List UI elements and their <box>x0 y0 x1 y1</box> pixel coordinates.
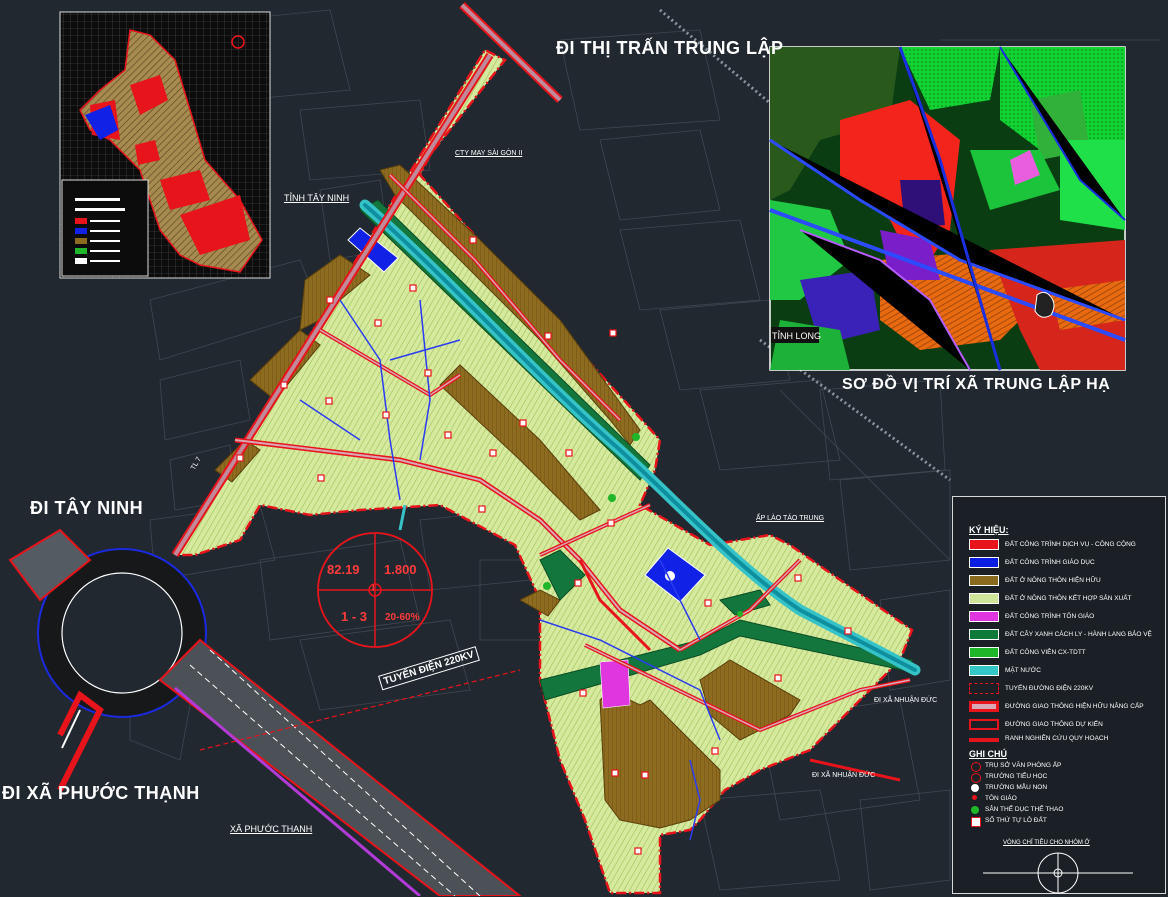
badge-population: 1.800 <box>384 562 417 577</box>
legend-swatch-power-line <box>969 683 999 694</box>
roundabout[interactable] <box>8 528 207 792</box>
note-icon-lot-number <box>971 817 981 827</box>
legend-panel: KÝ HIỆU: ĐẤT CÔNG TRÌNH DỊCH VỤ - CÔNG C… <box>952 496 1166 894</box>
label-to-tay-ninh: ĐI TÂY NINH <box>30 498 144 518</box>
legend-swatch-residential-production <box>969 593 999 604</box>
badge-floors: 1 - 3 <box>341 609 368 624</box>
legend-label-boundary: RANH NGHIÊN CỨU QUY HOẠCH <box>1005 735 1109 742</box>
legend-swatch-existing-road <box>969 701 999 712</box>
legend-swatch-religious <box>969 611 999 622</box>
badge-id: I <box>372 583 375 593</box>
note-icon-sports <box>971 806 979 814</box>
badge-density: 20-60% <box>385 612 420 623</box>
notes-title: GHI CHÚ <box>969 749 1007 759</box>
label-to-nhuan-duc-1: ĐI XÃ NHUẬN ĐỨC <box>874 697 938 704</box>
religious-lot[interactable] <box>599 659 631 709</box>
legend-swatch-service <box>969 539 999 550</box>
note-icon-religion <box>972 795 977 800</box>
label-saigon-company: CTY MAY SÀI GÒN II <box>455 150 523 157</box>
indicator-caption: VÒNG CHỈ TIÊU CHO NHÓM Ở <box>1003 840 1090 846</box>
legend-label-existing-residential: ĐẤT Ở NÔNG THÔN HIỆN HỮU <box>1005 577 1101 584</box>
label-province-long: TỈNH LONG <box>772 331 822 341</box>
note-label-religion: TÔN GIÁO <box>985 795 1017 802</box>
location-inset-map <box>769 46 1126 371</box>
highway[interactable] <box>158 638 522 896</box>
legend-swatch-planned-road <box>969 719 999 730</box>
legend-swatch-existing-residential <box>969 575 999 586</box>
badge-area: 82.19 <box>327 562 360 577</box>
label-phuoc-thanh-commune: XÃ PHƯỚC THẠNH <box>230 824 313 834</box>
legend-label-existing-road: ĐƯỜNG GIAO THÔNG HIỆN HỮU NÂNG CẤP <box>1005 703 1144 710</box>
legend-swatch-boundary <box>969 738 999 742</box>
note-icon-kindergarten <box>971 784 979 792</box>
zone-indicator-badge <box>317 532 433 648</box>
legend-swatch-water <box>969 665 999 676</box>
label-to-phuoc-thanh: ĐI XÃ PHƯỚC THẠNH <box>2 783 200 803</box>
note-label-lot-number: SỐ THỨ TỰ LÔ ĐẤT <box>985 817 1047 824</box>
legend-label-service: ĐẤT CÔNG TRÌNH DỊCH VỤ - CÔNG CỘNG <box>1005 541 1136 548</box>
legend-swatch-park <box>969 647 999 658</box>
label-lao-tao-trung: ẤP LÀO TÁO TRUNG <box>756 515 825 522</box>
legend-label-planned-road: ĐƯỜNG GIAO THÔNG DỰ KIẾN <box>1005 721 1103 728</box>
note-label-office: TRỤ SỞ VĂN PHÒNG ẤP <box>985 762 1062 769</box>
inset-overview-map <box>59 11 271 279</box>
legend-label-power-line: TUYẾN ĐƯỜNG ĐIỆN 220KV <box>1005 685 1094 692</box>
indicator-diagram <box>983 852 1133 894</box>
legend-label-water: MẶT NƯỚC <box>1005 667 1041 674</box>
label-to-nhuan-duc-2: ĐI XÃ NHUẬN ĐỨC <box>812 772 876 779</box>
legend-swatch-education <box>969 557 999 568</box>
legend-label-residential-production: ĐẤT Ở NÔNG THÔN KẾT HỢP SẢN XUẤT <box>1005 595 1132 602</box>
note-icon-office <box>971 762 981 772</box>
note-label-primary-school: TRƯỜNG TIỂU HỌC <box>985 773 1048 780</box>
location-map-title: SƠ ĐỒ VỊ TRÍ XÃ TRUNG LẬP HẠ <box>842 376 1111 393</box>
label-province-tay-ninh: TỈNH TÂY NINH <box>284 193 350 203</box>
legend-title: KÝ HIỆU: <box>969 525 1009 535</box>
map-canvas[interactable]: ĐI THỊ TRẤN TRUNG LẬP ĐI TÂY NINH ĐI XÃ … <box>0 0 1168 896</box>
legend-swatch-green-buffer <box>969 629 999 640</box>
note-label-kindergarten: TRƯỜNG MẪU NON <box>985 784 1048 791</box>
legend-label-park: ĐẤT CÔNG VIÊN CX-TDTT <box>1005 649 1086 656</box>
legend-label-religious: ĐẤT CÔNG TRÌNH TÔN GIÁO <box>1005 613 1095 620</box>
note-label-sports: SÂN THỂ DỤC THỂ THAO <box>985 806 1064 813</box>
note-icon-primary-school <box>971 773 981 783</box>
legend-label-green-buffer: ĐẤT CÂY XANH CÁCH LY - HÀNH LANG BẢO VỆ <box>1005 631 1152 638</box>
label-to-trung-lap-town: ĐI THỊ TRẤN TRUNG LẬP <box>556 38 784 58</box>
legend-label-education: ĐẤT CÔNG TRÌNH GIÁO DỤC <box>1005 559 1095 566</box>
